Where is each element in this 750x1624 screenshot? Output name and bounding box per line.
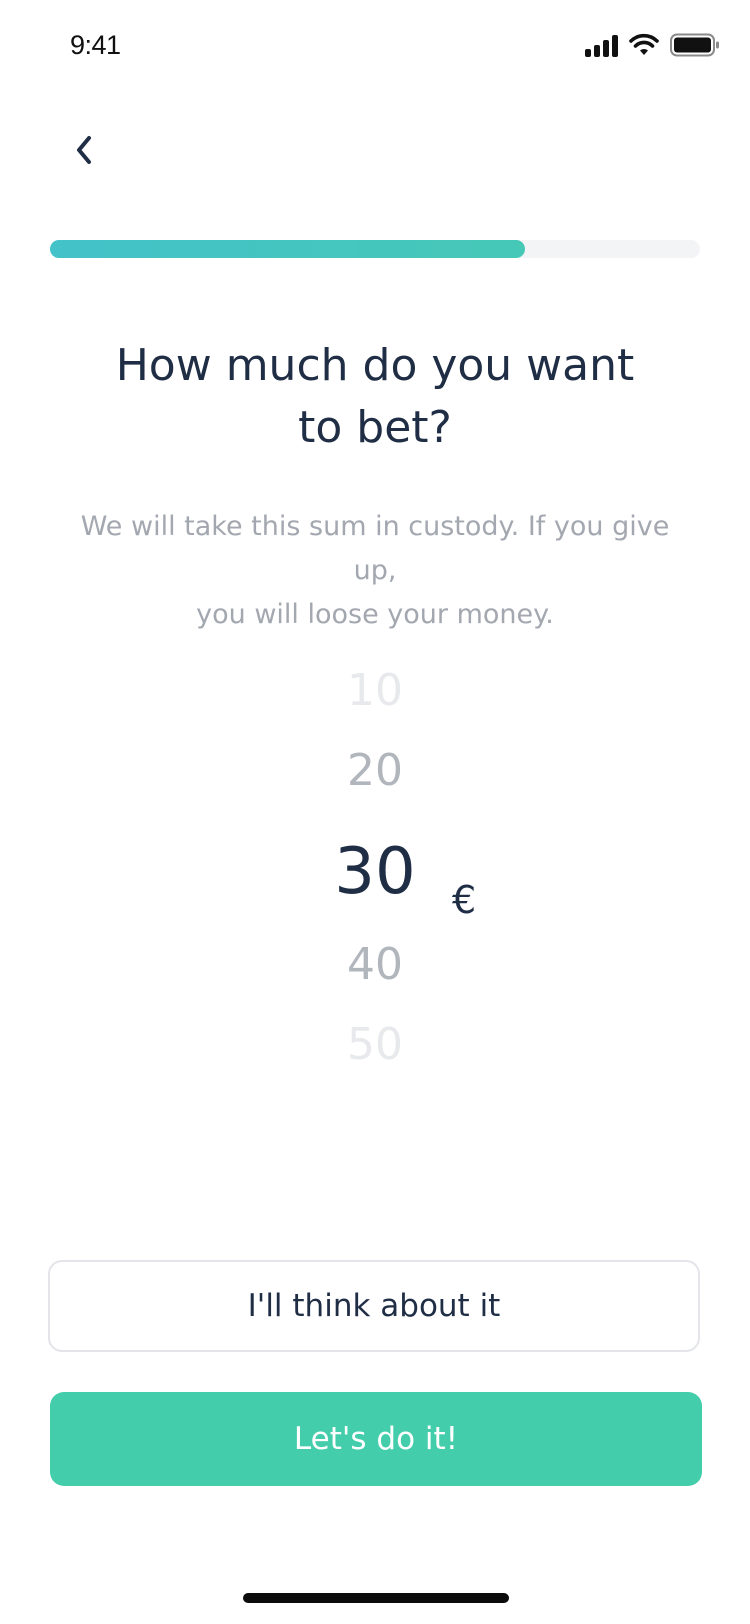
- page-title-line-2: to bet?: [298, 402, 452, 453]
- progress-fill: [50, 240, 525, 258]
- lets-do-it-button[interactable]: Let's do it!: [50, 1392, 702, 1486]
- lets-do-it-label: Let's do it!: [293, 1421, 459, 1457]
- home-indicator: [243, 1593, 509, 1603]
- progress-bar: [50, 240, 700, 258]
- chevron-left-icon: [77, 136, 91, 164]
- amount-picker[interactable]: 10 20 30 40 50 €: [0, 665, 750, 1120]
- currency-symbol: €: [452, 878, 477, 922]
- page-subtitle-line-1: We will take this sum in custody. If you…: [80, 511, 670, 586]
- picker-option-selected[interactable]: 30: [300, 835, 450, 909]
- page-subtitle-line-2: you will loose your money.: [196, 599, 554, 630]
- picker-option[interactable]: 10: [300, 665, 450, 716]
- status-bar: 9:41: [0, 0, 750, 96]
- picker-option[interactable]: 40: [300, 939, 450, 990]
- wifi-icon: [628, 33, 660, 57]
- status-icons: [585, 33, 720, 57]
- picker-option[interactable]: 20: [300, 745, 450, 796]
- battery-icon: [670, 33, 720, 57]
- back-button[interactable]: [60, 126, 108, 174]
- status-time: 9:41: [70, 30, 121, 60]
- think-about-it-label: I'll think about it: [247, 1288, 501, 1324]
- page-subtitle: We will take this sum in custody. If you…: [55, 505, 695, 637]
- signal-icon: [585, 35, 618, 57]
- picker-option[interactable]: 50: [300, 1019, 450, 1070]
- page-title: How much do you want to bet?: [75, 335, 675, 459]
- think-about-it-button[interactable]: I'll think about it: [48, 1260, 700, 1352]
- page-title-line-1: How much do you want: [115, 340, 635, 391]
